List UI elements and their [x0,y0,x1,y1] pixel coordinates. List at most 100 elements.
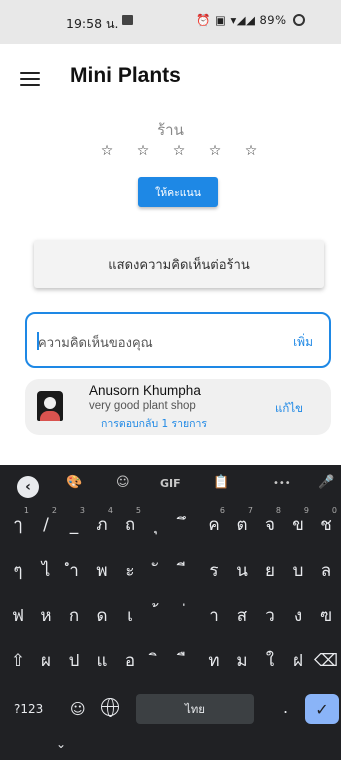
keyboard-key[interactable]: บ [283,551,313,591]
emoji-icon[interactable]: ☺ [70,700,86,718]
keyboard-key[interactable]: /2 [31,505,61,545]
keyboard-key[interactable]: ไ [31,551,61,591]
star-icon[interactable]: ☆ [240,144,262,158]
symbols-key[interactable]: ?123 [14,702,43,716]
keyboard-key[interactable]: พ [87,551,117,591]
keyboard-key[interactable]: ร [199,551,229,591]
show-shop-comments-button[interactable]: แสดงความคิดเห็นต่อร้าน [34,240,324,288]
key-hint-digit: 4 [107,506,113,515]
comment-author: Anusorn Khumpha [89,383,201,398]
app-bar: Mini Plants [0,44,341,104]
sticker-icon[interactable]: ☺ [116,475,130,490]
keyboard-key[interactable]: ี [171,551,201,591]
keyboard-key[interactable]: แ [87,641,117,681]
rate-button[interactable]: ให้คะแนน [138,177,218,207]
keyboard-key[interactable]: ใ [255,641,285,681]
comment-input[interactable]: ความคิดเห็นของคุณ เพิ่ม [25,312,331,368]
key-hint-digit: 1 [23,506,29,515]
keyboard-key[interactable]: ด [87,596,117,636]
key-hint-digit: 9 [303,506,309,515]
keyboard-key[interactable]: ต7 [227,505,257,545]
keyboard-key[interactable]: ⌫ [311,641,341,681]
keyboard-key[interactable]: ท [199,641,229,681]
hide-keyboard-chevron-down-icon[interactable]: ⌄ [56,737,66,751]
key-hint-digit: 3 [79,506,85,515]
image-notification-icon [122,15,133,25]
keyboard-key[interactable]: ิ [143,641,173,681]
key-hint-digit: 2 [51,506,57,515]
star-icon[interactable]: ☆ [96,144,118,158]
keyboard-key[interactable]: ้ [143,596,173,636]
keyboard-key[interactable]: ง [283,596,313,636]
soft-keyboard: ‹ 🎨 ☺ GIF 📋 ••• 🎤 ๅ1/2_3ภ4ถ5ุึค6ต7จ8ข9ช0… [0,465,341,760]
keyboard-key[interactable]: _ 3 [59,505,89,545]
battery-ring-icon [292,14,305,26]
keyboard-key[interactable]: ผ [31,641,61,681]
keyboard-row: ๆไำพะัีรนยบล [0,551,341,591]
comment-placeholder: ความคิดเห็นของคุณ [38,336,153,351]
shop-label: ร้าน [157,121,184,139]
hamburger-menu-icon[interactable] [20,72,40,88]
star-icon[interactable]: ☆ [204,144,226,158]
edit-comment-button[interactable]: แก้ไข [275,400,303,418]
comment-text: very good plant shop [89,400,196,412]
keyboard-key[interactable]: ะ [115,551,145,591]
keyboard-row: ฟหกดเ้่าสวงฃ [0,596,341,636]
keyboard-key[interactable]: น [227,551,257,591]
keyboard-key[interactable]: ส [227,596,257,636]
palette-icon[interactable]: 🎨 [66,475,82,490]
keyboard-toolbar: ‹ 🎨 ☺ GIF 📋 ••• 🎤 [0,465,341,505]
keyboard-key[interactable]: ย [255,551,285,591]
clipboard-icon[interactable]: 📋 [213,475,229,490]
keyboard-key[interactable]: ๆ [3,551,33,591]
keyboard-key[interactable]: ถ5 [115,505,145,545]
keyboard-key[interactable]: เ [115,596,145,636]
status-signal-icons: ⏰ ▣ ▾◢◢ [196,13,256,27]
keyboard-key[interactable]: ล [311,551,341,591]
avatar [37,391,63,421]
star-icon[interactable]: ☆ [132,144,154,158]
keyboard-key[interactable]: ึ [171,505,201,545]
rating-stars: ☆ ☆ ☆ ☆ ☆ [96,144,262,158]
keyboard-key[interactable]: อ [115,641,145,681]
keyboard-key[interactable]: ⇧ [3,641,33,681]
keyboard-key[interactable]: ป [59,641,89,681]
keyboard-key[interactable]: ข9 [283,505,313,545]
chevron-left-icon[interactable]: ‹ [17,476,39,498]
status-time: 19:58 น. [66,16,119,31]
page-title: Mini Plants [70,64,181,87]
keyboard-key[interactable]: ่ [171,596,201,636]
globe-icon[interactable] [101,698,119,717]
key-hint-digit: 7 [247,506,253,515]
comment-card: Anusorn Khumpha very good plant shop การ… [25,379,331,435]
key-hint-digit: 8 [275,506,281,515]
keyboard-key[interactable]: ค6 [199,505,229,545]
enter-checkmark-icon[interactable]: ✓ [305,694,339,724]
period-key[interactable]: . [283,698,288,717]
replies-link[interactable]: การตอบกลับ 1 รายการ [101,415,207,432]
add-comment-button[interactable]: เพิ่ม [293,333,313,352]
keyboard-key[interactable]: ๅ1 [3,505,33,545]
keyboard-key[interactable]: ุ [143,505,173,545]
keyboard-key[interactable]: ช0 [311,505,341,545]
gif-icon[interactable]: GIF [160,477,181,490]
keyboard-key[interactable]: ก [59,596,89,636]
keyboard-key[interactable]: ว [255,596,285,636]
battery-level: 89% [259,13,287,27]
keyboard-key[interactable]: ภ4 [87,505,117,545]
microphone-icon[interactable]: 🎤 [318,475,334,490]
star-icon[interactable]: ☆ [168,144,190,158]
status-indicators: ⏰ ▣ ▾◢◢ 89% [196,13,305,27]
keyboard-key[interactable]: จ8 [255,505,285,545]
keyboard-key[interactable]: ม [227,641,257,681]
space-key[interactable]: ไทย [136,694,254,724]
keyboard-key[interactable]: ห [31,596,61,636]
keyboard-key[interactable]: ื [171,641,201,681]
keyboard-key[interactable]: ั [143,551,173,591]
keyboard-key[interactable]: ฝ [283,641,313,681]
keyboard-key[interactable]: ฟ [3,596,33,636]
keyboard-key[interactable]: ฃ [311,596,341,636]
keyboard-key[interactable]: ำ [59,551,89,591]
more-icon[interactable]: ••• [273,478,291,489]
keyboard-key[interactable]: า [199,596,229,636]
